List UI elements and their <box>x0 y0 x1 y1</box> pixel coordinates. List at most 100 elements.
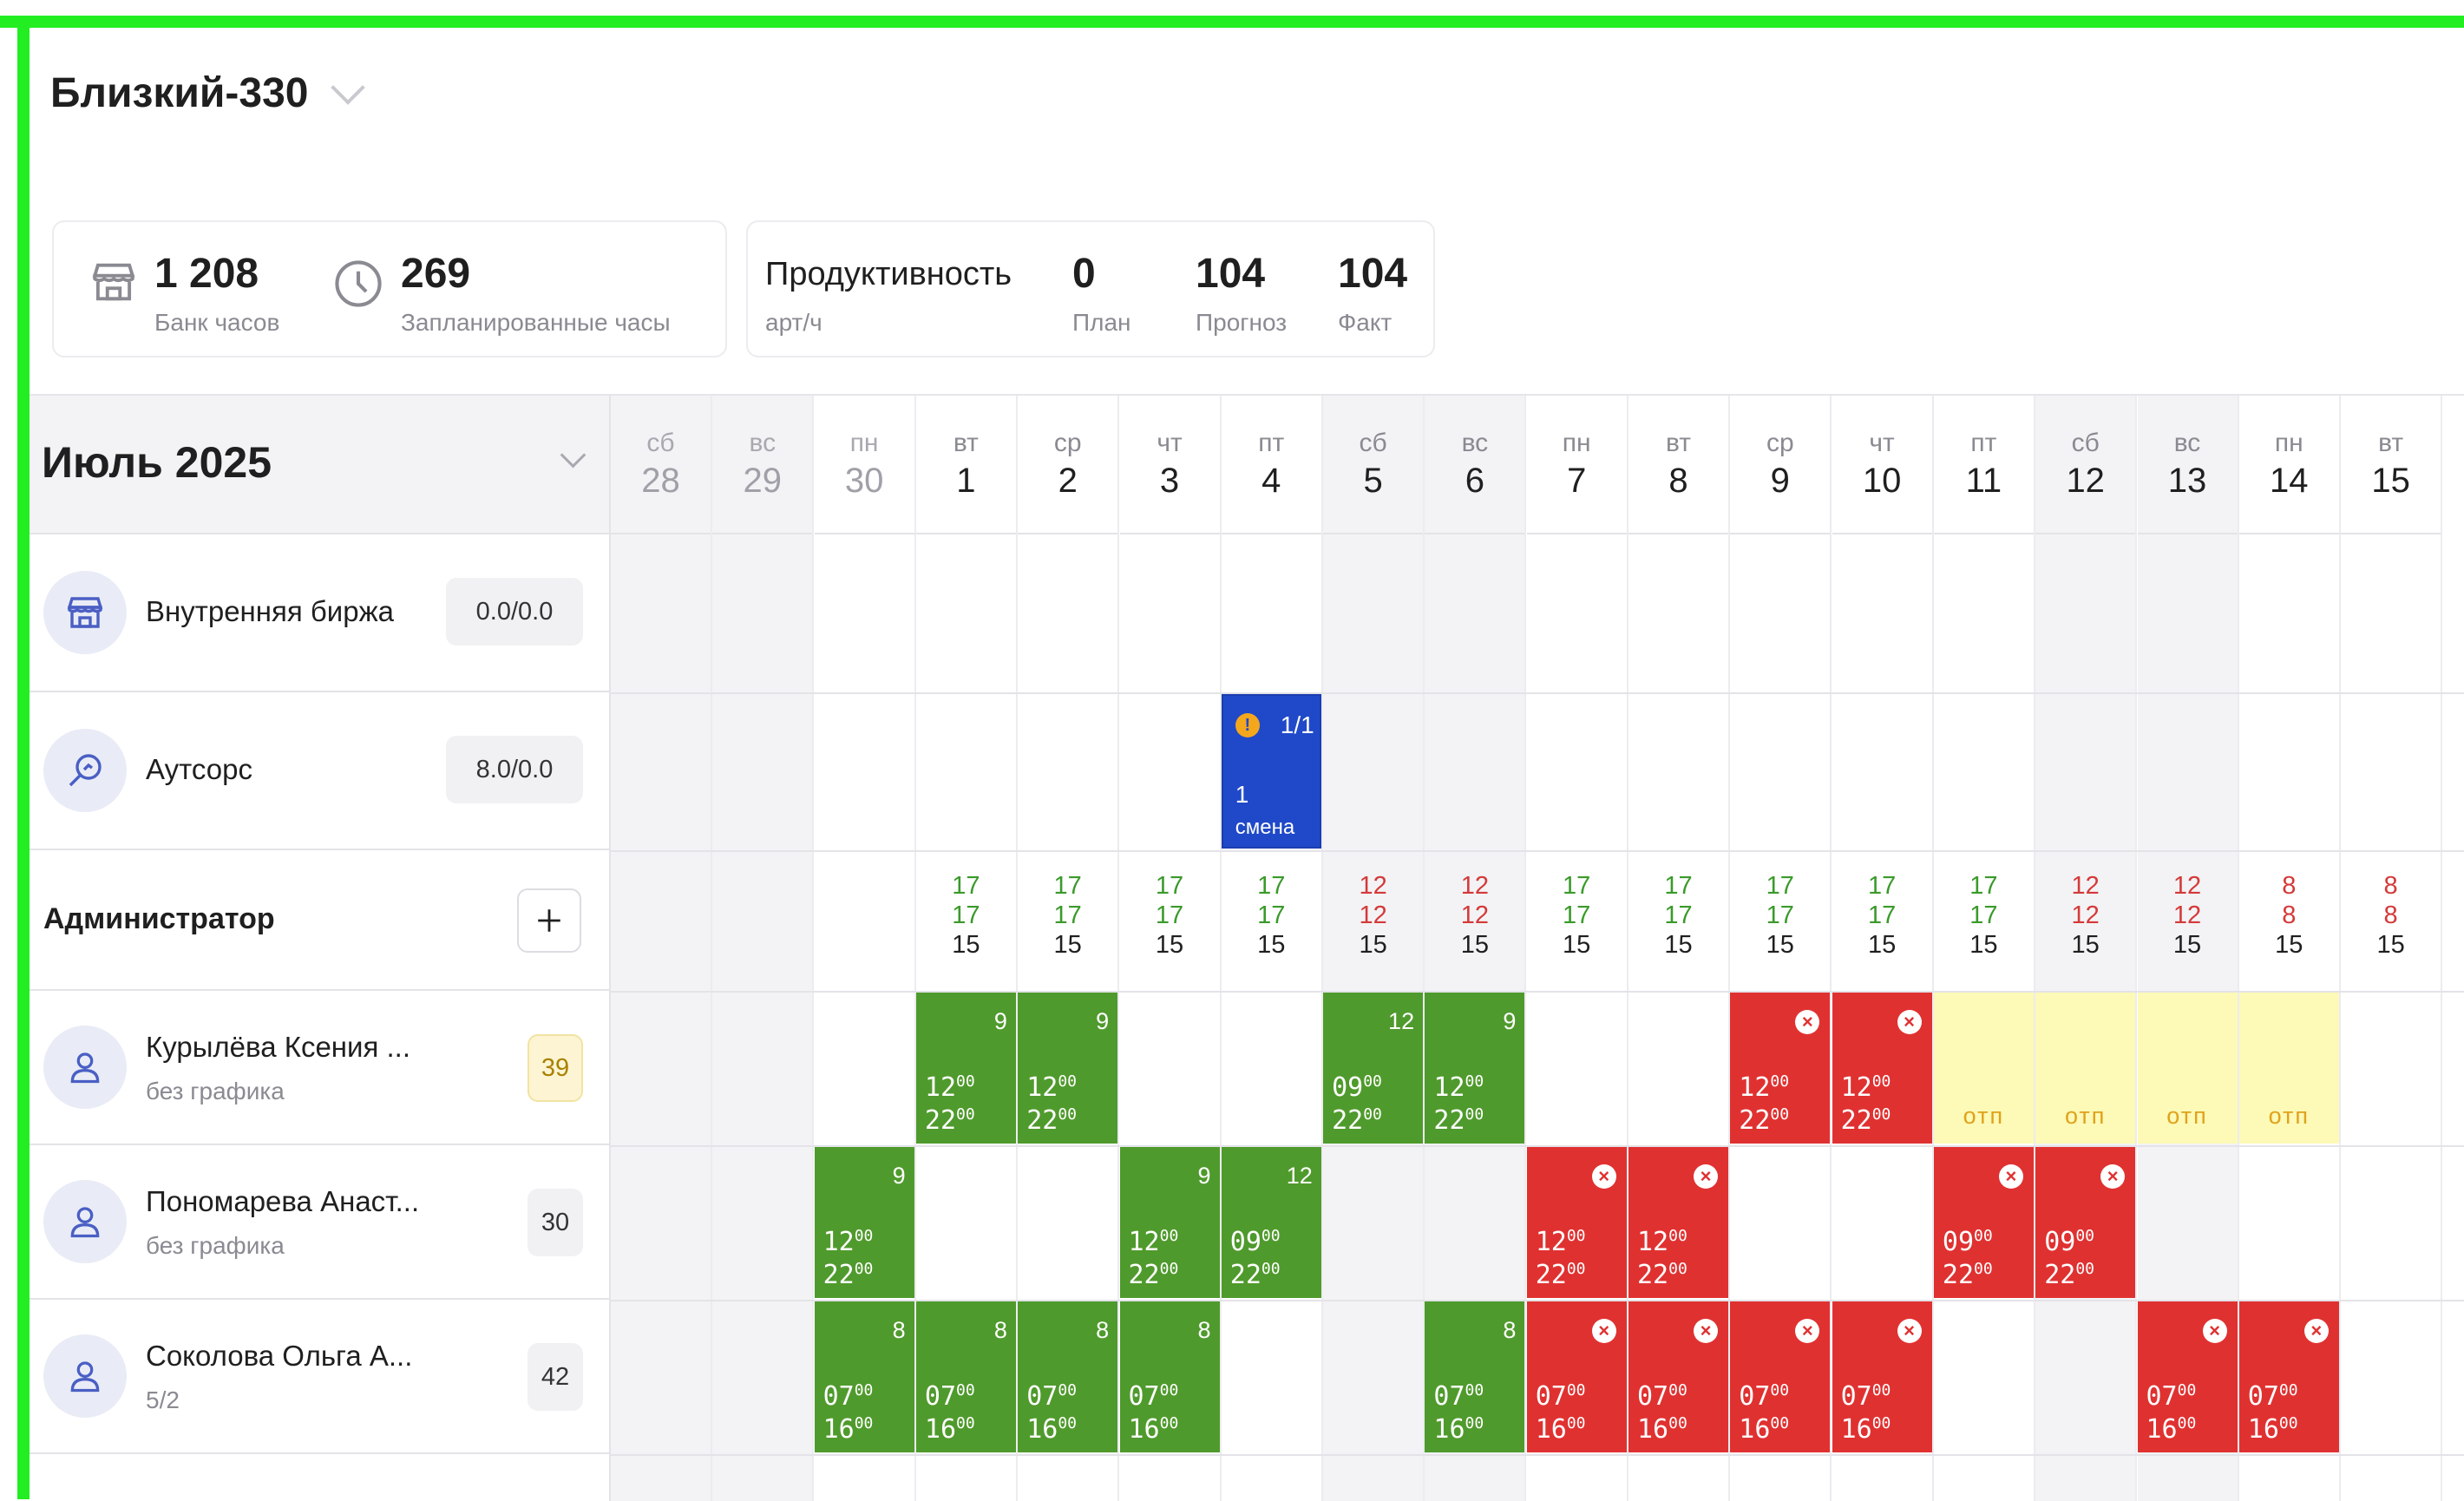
store-icon <box>43 571 127 654</box>
day-header[interactable]: вт 1 <box>915 396 1016 534</box>
close-icon[interactable]: × <box>1795 1010 1820 1034</box>
absence-shift[interactable]: × 1200 2200 <box>1832 993 1932 1144</box>
close-icon[interactable]: × <box>1591 1319 1616 1343</box>
employee-row[interactable]: Курылёва Ксения ... без графика 39 <box>29 991 609 1145</box>
absence-shift[interactable]: × 0700 1600 <box>2137 1301 2238 1452</box>
absence-shift[interactable]: × 0700 1600 <box>1628 1301 1728 1452</box>
stat-value: 8 <box>2282 872 2297 900</box>
absence-shift[interactable]: × 0700 1600 <box>1526 1301 1627 1452</box>
day-header[interactable]: вс 6 <box>1425 396 1525 534</box>
day-number: 7 <box>1567 462 1587 500</box>
employee-row[interactable]: Пономарева Анаст... без графика 30 <box>29 1145 609 1300</box>
day-header[interactable]: чт 3 <box>1119 396 1220 534</box>
close-icon[interactable]: × <box>1897 1319 1922 1343</box>
outsource-hours-pill: 8.0/0.0 <box>446 736 583 803</box>
day-number: 15 <box>2371 462 2410 500</box>
day-number: 5 <box>1363 462 1383 500</box>
chevron-down-icon[interactable] <box>560 442 587 469</box>
day-header[interactable]: пн 30 <box>814 396 914 534</box>
shift-label: смена <box>1235 816 1295 839</box>
close-icon[interactable]: × <box>1998 1164 2023 1189</box>
shift-end: 2200 <box>1637 1260 1687 1290</box>
close-icon[interactable]: × <box>1795 1319 1820 1343</box>
day-of-week: пн <box>2274 429 2303 457</box>
stat-value: 15 <box>1359 931 1387 959</box>
day-column: вс 29 <box>712 396 815 1501</box>
close-icon[interactable]: × <box>2303 1319 2329 1343</box>
role-day-stats: 17 17 15 <box>916 871 1016 960</box>
forecast-label: Прогноз <box>1196 309 1288 336</box>
add-employee-button[interactable] <box>517 888 581 953</box>
role-day-stats: 12 12 15 <box>1425 871 1524 960</box>
close-icon[interactable]: × <box>2202 1319 2227 1343</box>
day-header[interactable]: ср 9 <box>1730 396 1831 534</box>
row-name: Внутренняя биржа <box>146 595 395 627</box>
close-icon[interactable]: × <box>1694 1164 1718 1189</box>
day-header[interactable]: вс 29 <box>712 396 813 534</box>
chevron-down-icon[interactable] <box>331 69 366 105</box>
day-header[interactable]: пн 7 <box>1526 396 1627 534</box>
close-icon[interactable]: × <box>1897 1010 1922 1034</box>
vacation-cell[interactable]: отп <box>2238 993 2339 1144</box>
day-header[interactable]: вс 13 <box>2137 396 2238 534</box>
day-header[interactable]: пт 11 <box>1933 396 2034 534</box>
shift-end: 1600 <box>1433 1414 1484 1445</box>
work-shift[interactable]: 12 0900 2200 <box>1323 993 1424 1144</box>
day-header[interactable]: чт 10 <box>1832 396 1932 534</box>
outsource-search-icon <box>43 729 127 812</box>
shift-end: 1600 <box>822 1414 874 1445</box>
work-shift[interactable]: 9 1200 2200 <box>1425 993 1525 1144</box>
absence-shift[interactable]: × 0700 1600 <box>1730 1301 1831 1452</box>
frame-top-border <box>0 16 2464 28</box>
day-header[interactable]: вт 8 <box>1628 396 1728 534</box>
day-header[interactable]: пт 4 <box>1221 396 1321 534</box>
day-header[interactable]: сб 12 <box>2035 396 2136 534</box>
stat-value: 15 <box>2376 931 2405 959</box>
work-shift[interactable]: 8 0700 1600 <box>814 1301 914 1452</box>
work-shift[interactable]: 9 1200 2200 <box>1018 993 1118 1144</box>
close-icon[interactable]: × <box>2100 1164 2126 1189</box>
outsource-request-block[interactable]: ! 1/1 1 смена <box>1221 694 1321 849</box>
vacation-cell[interactable]: отп <box>1933 993 2034 1144</box>
day-of-week: ср <box>1766 429 1794 457</box>
absence-shift[interactable]: × 1200 2200 <box>1730 993 1831 1144</box>
shift-hours: 9 <box>1096 1008 1110 1034</box>
work-shift[interactable]: 9 1200 2200 <box>915 993 1016 1144</box>
work-shift[interactable]: 8 0700 1600 <box>915 1301 1016 1452</box>
day-number: 6 <box>1465 462 1485 500</box>
row-outsource[interactable]: Аутсорс 8.0/0.0 <box>29 692 609 850</box>
absence-shift[interactable]: × 0700 1600 <box>1832 1301 1932 1452</box>
work-shift[interactable]: 8 0700 1600 <box>1425 1301 1525 1452</box>
stat-value: 12 <box>1359 901 1387 929</box>
work-shift[interactable]: 12 0900 2200 <box>1221 1147 1321 1298</box>
store-selector[interactable]: Близкий-330 <box>50 69 366 117</box>
day-of-week: чт <box>1157 429 1183 457</box>
vacation-cell[interactable]: отп <box>2137 993 2238 1144</box>
day-header[interactable]: пн 14 <box>2238 396 2339 534</box>
month-selector[interactable]: Июль 2025 <box>29 396 609 534</box>
work-shift[interactable]: 9 1200 2200 <box>814 1147 914 1298</box>
absence-shift[interactable]: × 0900 2200 <box>1933 1147 2034 1298</box>
work-shift[interactable]: 8 0700 1600 <box>1018 1301 1118 1452</box>
vacation-cell[interactable]: отп <box>2035 993 2136 1144</box>
row-internal-exchange[interactable]: Внутренняя биржа 0.0/0.0 <box>29 534 609 692</box>
absence-shift[interactable]: × 1200 2200 <box>1526 1147 1627 1298</box>
absence-shift[interactable]: × 1200 2200 <box>1628 1147 1728 1298</box>
employee-row[interactable]: Соколова Ольга А... 5/2 42 <box>29 1300 609 1454</box>
day-number: 9 <box>1770 462 1790 500</box>
day-header[interactable]: сб 5 <box>1323 396 1424 534</box>
work-shift[interactable]: 8 0700 1600 <box>1119 1301 1220 1452</box>
day-header[interactable]: ср 2 <box>1018 396 1118 534</box>
vacation-label: отп <box>2268 1103 2310 1129</box>
role-day-stats: 17 17 15 <box>1018 871 1117 960</box>
day-of-week: вс <box>749 429 777 457</box>
absence-shift[interactable]: × 0900 2200 <box>2035 1147 2136 1298</box>
day-header[interactable]: сб 28 <box>611 396 711 534</box>
work-shift[interactable]: 9 1200 2200 <box>1119 1147 1220 1298</box>
employee-name: Пономарева Анаст... <box>146 1185 420 1217</box>
day-header[interactable]: вт 15 <box>2341 396 2441 534</box>
close-icon[interactable]: × <box>1591 1164 1616 1189</box>
stat-value: 17 <box>1563 901 1591 929</box>
absence-shift[interactable]: × 0700 1600 <box>2238 1301 2339 1452</box>
close-icon[interactable]: × <box>1694 1319 1718 1343</box>
